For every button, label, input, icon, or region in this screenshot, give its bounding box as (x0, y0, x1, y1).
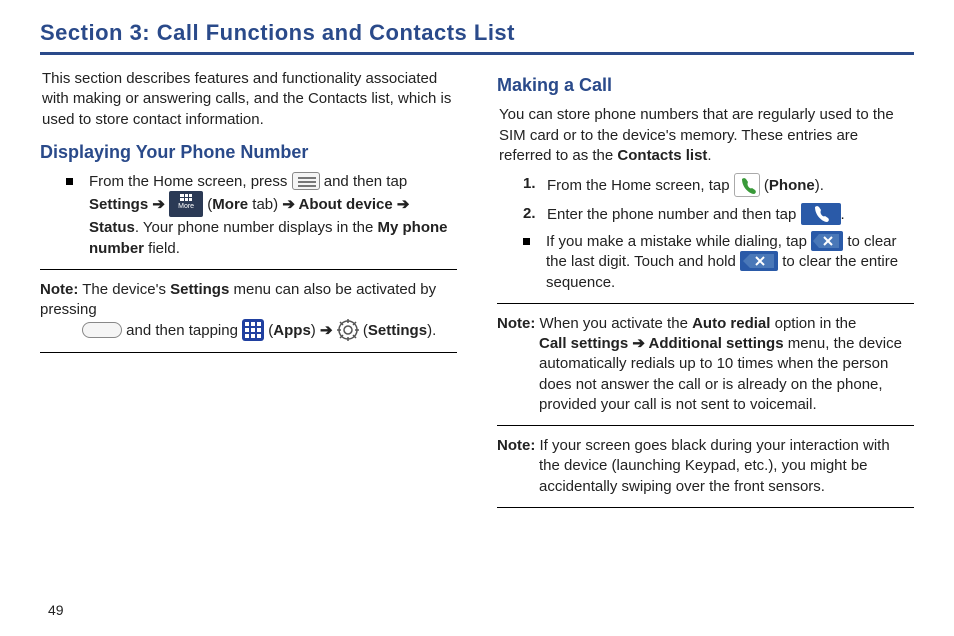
note-label: Note: (497, 437, 535, 454)
step-2: 2. Enter the phone number and then tap . (523, 204, 914, 226)
note-body: Call settings ➔ Additional settings menu… (539, 334, 914, 415)
display-number-step: From the Home screen, press and then tap… (66, 172, 457, 259)
note-settings-alt: Note: The device's Settings menu can als… (40, 280, 457, 343)
bold-settings: Settings (89, 196, 148, 213)
bold-more: More (212, 196, 248, 213)
bold-about: About device (299, 196, 393, 213)
content-columns: This section describes features and func… (40, 69, 914, 518)
note-auto-redial: Note: When you activate the Auto redial … (497, 314, 914, 415)
bold-settings: Settings (368, 322, 427, 339)
divider (497, 507, 914, 508)
text: . (841, 206, 845, 223)
dial-button-icon (801, 203, 841, 225)
text: From the Home screen, press (89, 173, 292, 190)
divider (40, 269, 457, 270)
step-number: 1. (523, 174, 547, 194)
arrow-icon: ➔ (320, 322, 337, 339)
text: Enter the phone number and then tap (547, 206, 801, 223)
section-intro: This section describes features and func… (42, 69, 455, 130)
step-number: 2. (523, 204, 547, 224)
step-text: Enter the phone number and then tap . (547, 204, 845, 226)
text: tab) (248, 196, 282, 213)
gear-icon (337, 319, 359, 341)
text: ). (815, 177, 824, 194)
text: From the Home screen, tap (547, 177, 734, 194)
text: and then tap (324, 173, 407, 190)
text: . (432, 322, 436, 339)
note-body: and then tapping (Apps) ➔ (Settings). (82, 320, 457, 342)
text: The device's (78, 281, 170, 298)
bold-phone: Phone (769, 177, 815, 194)
subhead-display-number: Displaying Your Phone Number (40, 140, 457, 164)
note-label: Note: (497, 315, 535, 332)
text: field. (144, 240, 180, 257)
arrow-icon: ➔ (152, 196, 169, 213)
step-text: From the Home screen, tap (Phone). (547, 174, 824, 198)
menu-key-icon (292, 172, 320, 190)
phone-app-icon (734, 173, 760, 197)
text: If your screen goes black during your in… (535, 437, 889, 454)
bullet-icon (66, 178, 73, 185)
section-title: Section 3: Call Functions and Contacts L… (40, 20, 914, 46)
step-text: From the Home screen, press and then tap… (89, 172, 457, 259)
note-body: the device (launching Keypad, etc.), you… (539, 456, 914, 497)
bullet-text: If you make a mistake while dialing, tap… (546, 232, 914, 293)
divider (497, 303, 914, 304)
arrow-icon: ➔ (628, 335, 648, 352)
page-number: 49 (48, 602, 64, 618)
bold-settings: Settings (170, 281, 229, 298)
bold-auto-redial: Auto redial (692, 315, 770, 332)
note-label: Note: (40, 281, 78, 298)
mistake-bullet: If you make a mistake while dialing, tap… (523, 232, 914, 293)
making-call-intro: You can store phone numbers that are reg… (499, 105, 912, 166)
arrow-icon: ➔ (282, 196, 298, 213)
bold-contacts-list: Contacts list (617, 147, 707, 164)
text: When you activate the (535, 315, 692, 332)
text: and then tapping (126, 322, 242, 339)
subhead-making-call: Making a Call (497, 73, 914, 97)
divider (497, 425, 914, 426)
bullet-icon (523, 238, 530, 245)
backspace-icon (811, 231, 843, 251)
text: . (707, 147, 711, 164)
bold-apps: Apps (273, 322, 311, 339)
title-rule (40, 52, 914, 55)
bold-call-settings: Call settings (539, 335, 628, 352)
text: option in the (770, 315, 856, 332)
arrow-icon: ➔ (397, 196, 410, 213)
apps-grid-icon (242, 319, 264, 341)
home-key-icon (82, 322, 122, 338)
more-tile-icon: More (169, 191, 203, 217)
divider (40, 352, 457, 353)
step-1: 1. From the Home screen, tap (Phone). (523, 174, 914, 198)
text: . Your phone number displays in the (135, 219, 378, 236)
backspace-hold-icon (740, 251, 778, 271)
text: If you make a mistake while dialing, tap (546, 233, 811, 250)
bold-status: Status (89, 219, 135, 236)
left-column: This section describes features and func… (40, 69, 457, 518)
note-black-screen: Note: If your screen goes black during y… (497, 436, 914, 497)
bold-additional: Additional settings (649, 335, 784, 352)
right-column: Making a Call You can store phone number… (497, 69, 914, 518)
